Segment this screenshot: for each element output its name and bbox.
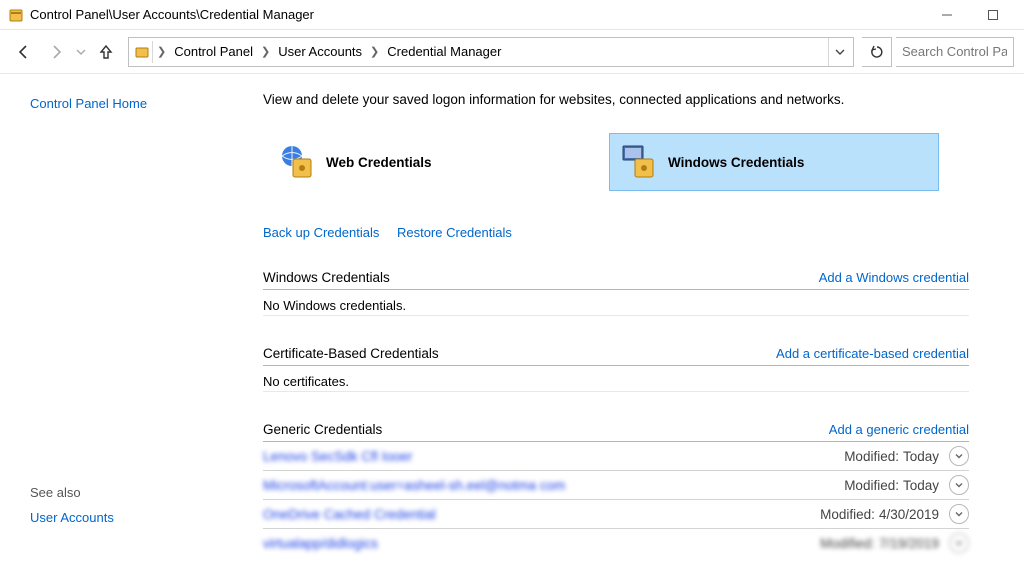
restore-credentials-link[interactable]: Restore Credentials xyxy=(397,225,512,240)
address-history-dropdown[interactable] xyxy=(828,38,851,66)
app-icon xyxy=(8,7,24,23)
breadcrumb-item[interactable]: User Accounts xyxy=(272,44,368,59)
sidebar: Control Panel Home See also User Account… xyxy=(0,74,255,579)
tab-label: Windows Credentials xyxy=(668,155,804,170)
modified-label: Modified: xyxy=(844,449,899,464)
window-titlebar: Control Panel\User Accounts\Credential M… xyxy=(0,0,1024,30)
address-bar[interactable]: ❯ Control Panel ❯ User Accounts ❯ Creden… xyxy=(128,37,854,67)
maximize-button[interactable] xyxy=(970,0,1016,30)
back-button[interactable] xyxy=(10,38,38,66)
tab-web-credentials[interactable]: Web Credentials xyxy=(267,133,597,191)
chevron-right-icon[interactable]: ❯ xyxy=(259,45,272,58)
modified-label: Modified: xyxy=(844,478,899,493)
backup-credentials-link[interactable]: Back up Credentials xyxy=(263,225,379,240)
credential-name: OneDrive Cached Credential xyxy=(263,507,436,522)
credential-name: MicrosoftAccount:user=asheel-sh.eel@notm… xyxy=(263,478,565,493)
credential-name: virtualapp/didlogics xyxy=(263,536,378,551)
chevron-down-icon[interactable] xyxy=(949,533,969,553)
minimize-button[interactable] xyxy=(924,0,970,30)
section-title: Windows Credentials xyxy=(263,270,390,285)
section-certificate-credentials: Certificate-Based Credentials Add a cert… xyxy=(263,346,969,392)
see-also-user-accounts-link[interactable]: User Accounts xyxy=(30,510,235,525)
tab-label: Web Credentials xyxy=(326,155,432,170)
section-windows-credentials: Windows Credentials Add a Windows creden… xyxy=(263,270,969,316)
location-icon xyxy=(131,41,153,63)
chevron-down-icon[interactable] xyxy=(949,446,969,466)
globe-safe-icon xyxy=(278,143,316,181)
modified-label: Modified: xyxy=(820,536,875,551)
credential-row[interactable]: Lenovo SecSdk Cfl Iooer Modified: Today xyxy=(263,442,969,471)
recent-locations-dropdown[interactable] xyxy=(74,38,88,66)
add-windows-credential-link[interactable]: Add a Windows credential xyxy=(819,270,969,285)
chevron-right-icon[interactable]: ❯ xyxy=(155,45,168,58)
explorer-navbar: ❯ Control Panel ❯ User Accounts ❯ Creden… xyxy=(0,30,1024,74)
modified-label: Modified: xyxy=(820,507,875,522)
chevron-down-icon[interactable] xyxy=(949,504,969,524)
modified-date: Today xyxy=(903,449,939,464)
page-intro: View and delete your saved logon informa… xyxy=(263,92,969,107)
section-empty-text: No certificates. xyxy=(263,366,969,392)
section-title: Generic Credentials xyxy=(263,422,382,437)
credential-row[interactable]: virtualapp/didlogics Modified: 7/19/2019 xyxy=(263,529,969,557)
modified-date: Today xyxy=(903,478,939,493)
tab-windows-credentials[interactable]: Windows Credentials xyxy=(609,133,939,191)
credential-name: Lenovo SecSdk Cfl Iooer xyxy=(263,449,412,464)
search-input[interactable]: Search Control Pa xyxy=(896,37,1014,67)
modified-date: 7/19/2019 xyxy=(879,536,939,551)
monitor-safe-icon xyxy=(620,143,658,181)
add-certificate-credential-link[interactable]: Add a certificate-based credential xyxy=(776,346,969,361)
window-title: Control Panel\User Accounts\Credential M… xyxy=(30,7,314,22)
section-empty-text: No Windows credentials. xyxy=(263,290,969,316)
modified-date: 4/30/2019 xyxy=(879,507,939,522)
see-also-heading: See also xyxy=(30,485,235,500)
add-generic-credential-link[interactable]: Add a generic credential xyxy=(829,422,969,437)
search-placeholder: Search Control Pa xyxy=(902,44,1007,59)
chevron-right-icon[interactable]: ❯ xyxy=(368,45,381,58)
credential-row[interactable]: MicrosoftAccount:user=asheel-sh.eel@notm… xyxy=(263,471,969,500)
section-generic-credentials: Generic Credentials Add a generic creden… xyxy=(263,422,969,557)
refresh-button[interactable] xyxy=(862,37,892,67)
breadcrumb-item[interactable]: Control Panel xyxy=(168,44,259,59)
breadcrumb-item[interactable]: Credential Manager xyxy=(381,44,507,59)
section-title: Certificate-Based Credentials xyxy=(263,346,439,361)
up-button[interactable] xyxy=(92,38,120,66)
chevron-down-icon[interactable] xyxy=(949,475,969,495)
credential-row[interactable]: OneDrive Cached Credential Modified: 4/3… xyxy=(263,500,969,529)
content-area: View and delete your saved logon informa… xyxy=(255,74,1024,579)
control-panel-home-link[interactable]: Control Panel Home xyxy=(30,96,147,111)
forward-button[interactable] xyxy=(42,38,70,66)
